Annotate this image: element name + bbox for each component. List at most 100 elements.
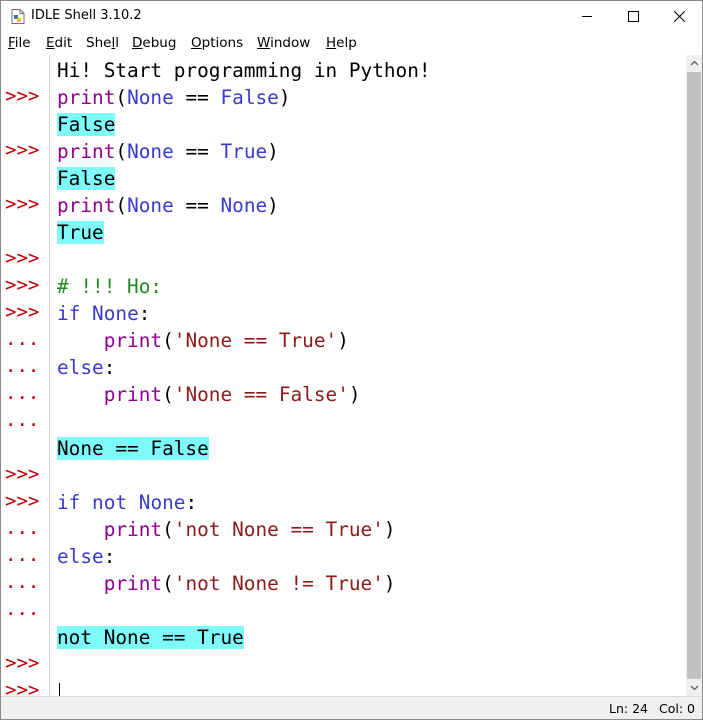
code-token: not xyxy=(92,491,128,514)
code-token: True xyxy=(220,140,268,163)
code-token: ( xyxy=(115,140,128,163)
vertical-scrollbar[interactable] xyxy=(686,55,702,696)
code-token: if xyxy=(57,302,81,325)
code-token: print xyxy=(103,518,163,541)
code-token: print xyxy=(57,194,116,217)
menu-shell[interactable]: Shell xyxy=(86,35,119,51)
continuation-prompt: ... xyxy=(5,517,40,539)
shell-text-area[interactable]: Hi! Start programming in Python! print(No… xyxy=(57,55,685,696)
menu-shell-label-pre: She xyxy=(86,35,112,51)
menu-edit[interactable]: Edit xyxy=(46,35,72,51)
close-button[interactable] xyxy=(656,1,702,32)
code-token: ( xyxy=(162,518,174,541)
code-token: False xyxy=(220,86,279,109)
primary-prompt: >>> xyxy=(5,490,40,512)
code-token: print xyxy=(103,572,163,595)
menu-help-hotkey: H xyxy=(326,35,337,51)
shell-output: None == False xyxy=(57,437,209,460)
shell-line: print(None == False) xyxy=(57,84,291,111)
primary-prompt: >>> xyxy=(5,193,40,215)
shell-line: Hi! Start programming in Python! xyxy=(57,57,431,84)
code-token: None xyxy=(127,86,174,109)
menu-debug[interactable]: Debug xyxy=(132,35,176,51)
primary-prompt: >>> xyxy=(5,652,40,674)
code-token: # !!! Ho: xyxy=(57,275,163,298)
continuation-prompt: ... xyxy=(5,328,40,350)
continuation-prompt: ... xyxy=(5,382,40,404)
menu-options[interactable]: Options xyxy=(191,35,243,51)
status-line-number: Ln: 24 xyxy=(609,701,648,716)
primary-prompt: >>> xyxy=(5,463,40,485)
maximize-button[interactable] xyxy=(610,1,656,32)
menu-window[interactable]: Window xyxy=(257,35,310,51)
shell-line: else: xyxy=(57,543,115,570)
window-title: IDLE Shell 3.10.2 xyxy=(31,8,142,23)
primary-prompt: >>> xyxy=(5,247,40,269)
shell-output: False xyxy=(57,113,116,136)
continuation-prompt: ... xyxy=(5,571,40,593)
scroll-up-button[interactable] xyxy=(686,55,702,71)
idle-file-icon xyxy=(11,9,25,24)
code-token: ) xyxy=(267,194,279,217)
code-token: None xyxy=(127,194,174,217)
code-token: None xyxy=(127,140,174,163)
shell-editor[interactable]: >>> >>> >>> >>> >>> >>>............ >>> >>>....… xyxy=(2,55,686,701)
code-token: print xyxy=(103,329,163,352)
code-token: ( xyxy=(162,329,174,352)
code-token: ) xyxy=(337,329,349,352)
menu-options-label: ptions xyxy=(201,35,244,51)
menu-debug-hotkey: D xyxy=(132,35,143,51)
primary-prompt: >>> xyxy=(5,139,40,161)
code-token: 'not None == True' xyxy=(173,518,384,541)
menu-edit-label: dit xyxy=(54,35,73,51)
code-token: ) xyxy=(278,86,291,109)
menu-file[interactable]: File xyxy=(8,35,31,51)
code-token: ) xyxy=(383,518,396,541)
scrollbar-thumb[interactable] xyxy=(687,72,701,679)
code-token: ( xyxy=(162,572,174,595)
chevron-up-icon xyxy=(690,60,698,66)
menu-window-hotkey: W xyxy=(257,35,271,51)
code-token: else xyxy=(57,356,104,379)
code-token: print xyxy=(103,383,163,406)
text-cursor xyxy=(59,683,60,696)
code-token: print xyxy=(57,140,116,163)
scroll-down-button[interactable] xyxy=(686,680,702,696)
code-token: None xyxy=(138,491,186,514)
primary-prompt: >>> xyxy=(5,274,40,296)
shell-line: # !!! Ho: xyxy=(57,273,162,300)
shell-line: print('None == True') xyxy=(57,327,349,354)
code-token: 'None == True' xyxy=(173,329,338,352)
code-token: ( xyxy=(115,194,128,217)
code-token: : xyxy=(103,356,116,379)
minimize-button[interactable] xyxy=(564,1,610,32)
menu-window-label: indow xyxy=(270,35,311,51)
shell-line: print('not None != True') xyxy=(57,570,396,597)
code-token: Hi! Start programming in Python! xyxy=(57,59,431,82)
shell-output: not None == True xyxy=(57,626,244,649)
primary-prompt: >>> xyxy=(5,85,40,107)
shell-line: if None: xyxy=(57,300,150,327)
prompt-gutter: >>> >>> >>> >>> >>> >>>............ >>> >>>....… xyxy=(2,55,50,701)
code-token: print xyxy=(57,86,116,109)
menu-shell-label: l xyxy=(115,35,119,51)
continuation-prompt: ... xyxy=(5,355,40,377)
close-icon xyxy=(673,11,685,22)
chevron-down-icon xyxy=(690,685,698,691)
menu-help[interactable]: Help xyxy=(326,35,357,51)
code-token: : xyxy=(185,491,198,514)
code-token: 'None == False' xyxy=(173,383,349,406)
code-token: else xyxy=(57,545,104,568)
status-bar: Ln: 24 Col: 0 xyxy=(1,696,702,719)
status-column-number: Col: 0 xyxy=(659,701,695,716)
code-token: 'not None != True' xyxy=(173,572,384,595)
shell-line: not None == True xyxy=(57,624,244,651)
code-token: ) xyxy=(348,383,361,406)
continuation-prompt: ... xyxy=(5,544,40,566)
menu-file-hotkey: F xyxy=(8,35,15,51)
code-token: ( xyxy=(115,86,128,109)
